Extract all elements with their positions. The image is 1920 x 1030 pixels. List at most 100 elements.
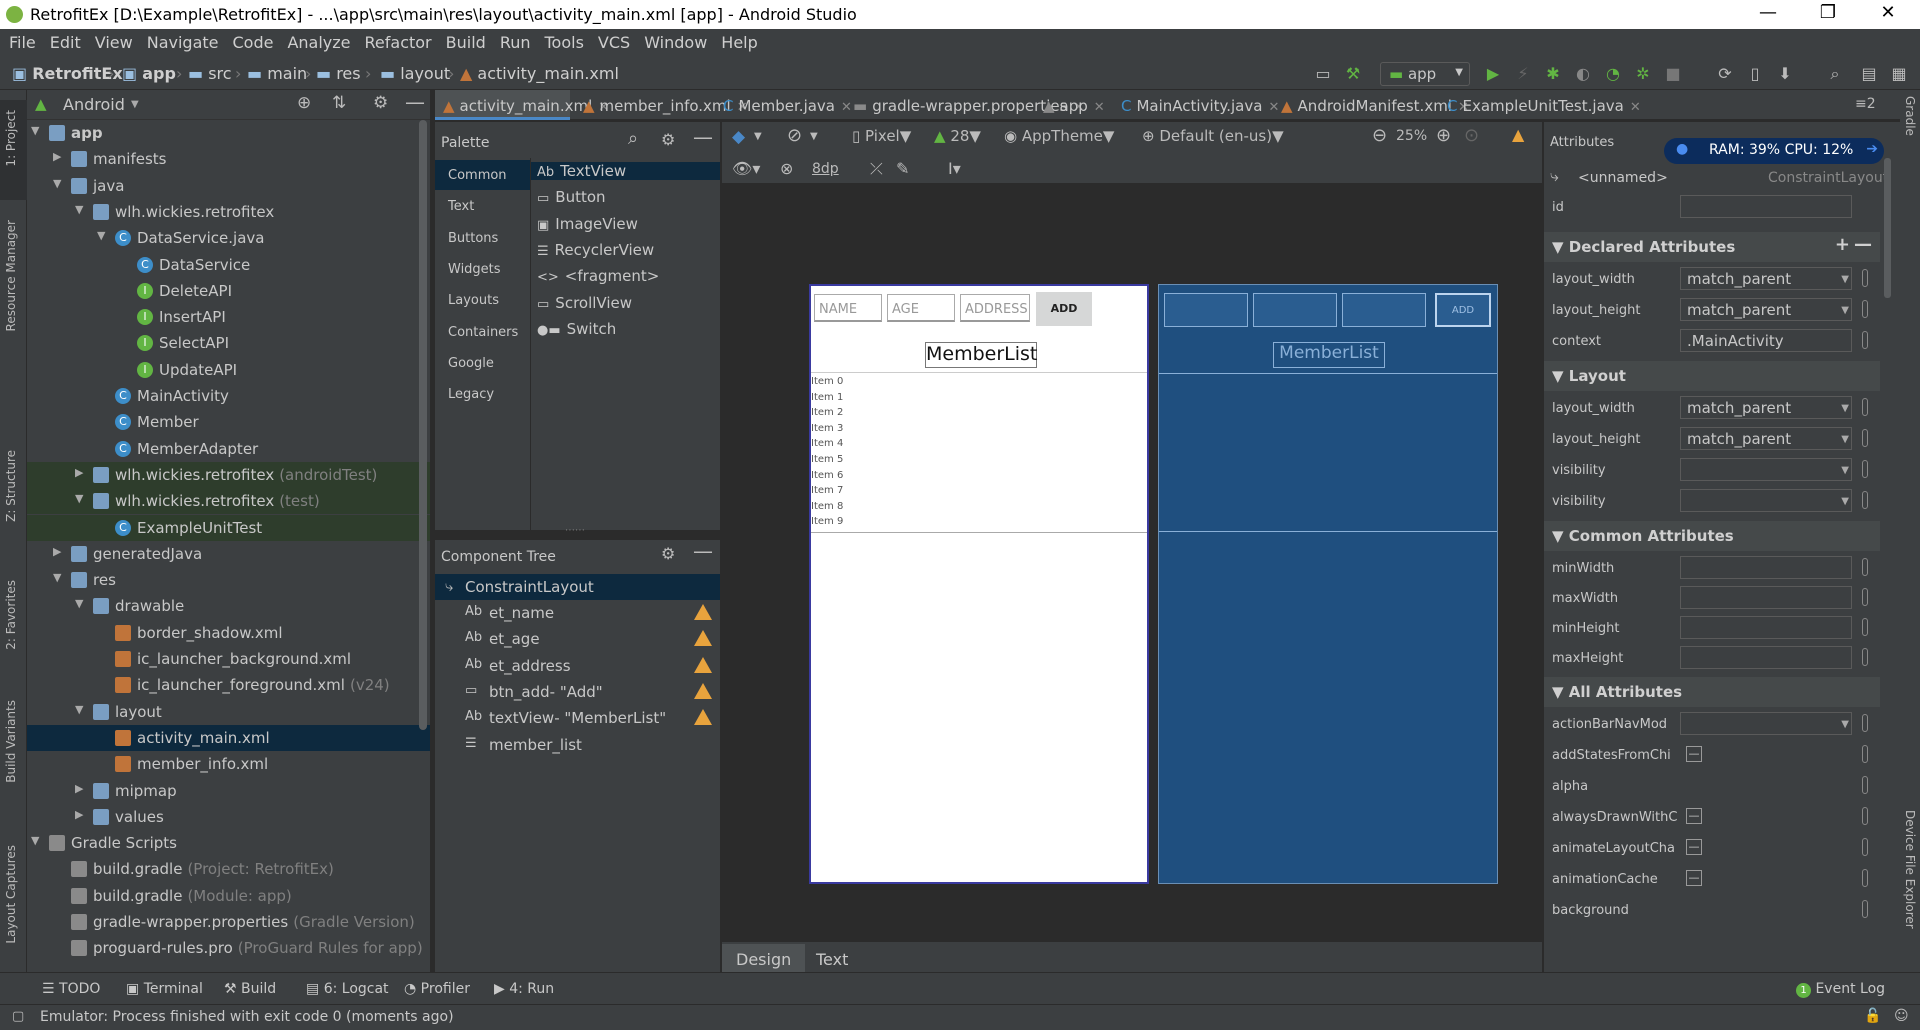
tab-build-variants[interactable]: Build Variants <box>4 700 18 783</box>
search-icon[interactable]: ⌕ <box>1826 65 1844 83</box>
attribute-row[interactable]: visibility ▼ <box>1544 486 1880 516</box>
project-tree-item[interactable]: member_info.xml <box>27 751 430 777</box>
component-tree-item[interactable]: ▭ btn_add- "Add" <box>435 679 720 705</box>
editor-tab[interactable]: C Member.java ✕ <box>715 90 852 120</box>
blueprint-add-button[interactable]: ADD <box>1435 293 1491 327</box>
api-level-select[interactable]: ▲ 28▼ <box>934 127 981 145</box>
menu-vcs[interactable]: VCS <box>591 29 637 52</box>
blueprint-preview[interactable]: ADD MemberList <box>1158 284 1498 884</box>
avd-manager-icon[interactable]: ▯ <box>1746 65 1764 83</box>
attribute-row[interactable]: animateLayoutCha — <box>1544 833 1880 863</box>
menu-file[interactable]: File <box>2 29 43 52</box>
collapse-icon[interactable]: ⇅ <box>332 93 346 113</box>
attribute-value-input[interactable] <box>1680 646 1852 669</box>
expanded-arrow-icon[interactable]: ▼ <box>97 229 105 242</box>
editor-tab[interactable]: C MainActivity.java ✕ <box>1113 90 1279 120</box>
menu-analyze[interactable]: Analyze <box>280 29 357 52</box>
attribute-row[interactable]: layout_width match_parent ▼ <box>1544 264 1880 294</box>
palette-category[interactable]: Containers <box>435 317 530 347</box>
close-button[interactable]: ✕ <box>1868 2 1908 26</box>
expanded-arrow-icon[interactable]: ▼ <box>53 177 61 190</box>
attribute-row[interactable]: visibility ▼ <box>1544 455 1880 485</box>
tree-scrollbar[interactable] <box>419 120 427 730</box>
resource-picker-icon[interactable] <box>1862 588 1868 606</box>
palette-category[interactable]: Buttons <box>435 223 530 253</box>
palette-item[interactable]: ▣ ImageView <box>537 215 638 233</box>
infer-constraints-icon[interactable]: ✎ <box>896 159 909 178</box>
hide-panel-icon[interactable]: — <box>693 539 713 563</box>
design-preview[interactable]: NAME AGE ADDRESS ADD MemberList Item 0 It… <box>809 284 1149 884</box>
theme-select[interactable]: ◉ AppTheme▼ <box>1004 127 1114 145</box>
warning-icon[interactable] <box>694 630 712 647</box>
resource-picker-icon[interactable] <box>1862 648 1868 666</box>
minimize-button[interactable]: — <box>1748 2 1788 26</box>
all-attributes-header[interactable]: ▼ All Attributes <box>1544 677 1880 707</box>
breadcrumb-res[interactable]: ▬ res <box>316 64 361 83</box>
make-project-icon[interactable]: ⚒ <box>1344 65 1362 83</box>
project-tree-item[interactable]: build.gradle (Project: RetrofitEx) <box>27 856 430 882</box>
attr-id[interactable]: id <box>1544 192 1880 222</box>
tool-run[interactable]: ▶ 4: Run <box>494 981 554 997</box>
resource-picker-icon[interactable] <box>1862 900 1868 918</box>
zoom-in-icon[interactable]: ⊕ <box>1436 125 1451 146</box>
tool-terminal[interactable]: ▣ Terminal <box>126 981 203 997</box>
id-input[interactable] <box>1680 195 1852 218</box>
attribute-row[interactable]: layout_height match_parent ▼ <box>1544 295 1880 325</box>
attribute-row[interactable]: alpha <box>1544 771 1880 801</box>
expanded-arrow-icon[interactable]: ▼ <box>53 571 61 584</box>
zoom-out-icon[interactable]: ⊖ <box>1372 125 1387 146</box>
resource-picker-icon[interactable] <box>1862 776 1868 794</box>
unset-icon[interactable]: — <box>1686 870 1702 886</box>
attribute-row[interactable]: minWidth <box>1544 553 1880 583</box>
debug-icon[interactable]: ✱ <box>1544 65 1562 83</box>
resource-picker-icon[interactable] <box>1862 491 1868 509</box>
run-configuration-select[interactable]: ▬ app ▼ <box>1380 62 1470 86</box>
resource-picker-icon[interactable] <box>1862 618 1868 636</box>
chevron-down-icon[interactable]: ▼ <box>131 99 139 110</box>
chevron-down-icon[interactable]: ▼ <box>1841 274 1849 285</box>
project-tree-item[interactable]: ▶ generatedJava <box>27 541 430 567</box>
palette-item[interactable]: ☰ RecyclerView <box>537 241 654 259</box>
resource-picker-icon[interactable] <box>1862 714 1868 732</box>
menu-code[interactable]: Code <box>226 29 281 52</box>
chevron-down-icon[interactable]: ▼ <box>1841 496 1849 507</box>
project-tree-item[interactable]: ▼ layout <box>27 699 430 725</box>
attribute-row[interactable]: addStatesFromChi — <box>1544 740 1880 770</box>
editor-tab[interactable]: ▲ activity_main.xml ✕ <box>435 90 609 120</box>
palette-item[interactable]: ▭ ScrollView <box>537 294 632 312</box>
resource-picker-icon[interactable] <box>1862 869 1868 887</box>
attribute-row[interactable]: alwaysDrawnWithC — <box>1544 802 1880 832</box>
attribute-row[interactable]: actionBarNavMod ▼ <box>1544 709 1880 739</box>
attribute-value-input[interactable] <box>1680 556 1852 579</box>
unset-icon[interactable]: — <box>1686 839 1702 855</box>
project-tree-item[interactable]: proguard-rules.pro (ProGuard Rules for ap… <box>27 935 430 961</box>
sync-gradle-icon[interactable]: ⟳ <box>1716 65 1734 83</box>
resource-picker-icon[interactable] <box>1862 300 1868 318</box>
attribute-value-input[interactable]: ▼ <box>1680 489 1852 512</box>
gear-icon[interactable]: ⚙ <box>661 544 675 563</box>
project-tree-item[interactable]: ▼ Gradle Scripts <box>27 830 430 856</box>
warning-icon[interactable] <box>694 604 712 620</box>
project-tree-item[interactable]: I DeleteAPI <box>27 278 430 304</box>
status-icon[interactable]: ▢ <box>12 1009 24 1024</box>
address-edit-text[interactable]: ADDRESS <box>960 294 1030 322</box>
project-tree-item[interactable]: C MemberAdapter <box>27 436 430 462</box>
project-tree-item[interactable]: C DataService <box>27 252 430 278</box>
expanded-arrow-icon[interactable]: ▼ <box>75 492 83 505</box>
attribute-row[interactable]: maxHeight <box>1544 643 1880 673</box>
palette-category[interactable]: Widgets <box>435 254 530 284</box>
project-tree-item[interactable]: ▼ java <box>27 173 430 199</box>
project-tree-item[interactable]: ▶ wlh.wickies.retrofitex (androidTest) <box>27 461 430 488</box>
resource-picker-icon[interactable] <box>1862 838 1868 856</box>
layout-header[interactable]: ▼ Layout <box>1544 361 1880 391</box>
project-tree-item[interactable]: ic_launcher_foreground.xml (v24) <box>27 672 430 698</box>
resource-picker-icon[interactable] <box>1862 429 1868 447</box>
menu-tools[interactable]: Tools <box>538 29 591 52</box>
resource-picker-icon[interactable] <box>1862 745 1868 763</box>
tab-device-file-explorer[interactable]: Device File Explorer <box>1903 810 1917 929</box>
editor-tab[interactable]: ▲ app ✕ <box>1035 90 1107 120</box>
gear-icon[interactable]: ⚙ <box>373 93 388 113</box>
guidelines-icon[interactable]: I▾ <box>948 159 961 178</box>
lock-icon[interactable]: 🔓 <box>1864 1008 1881 1024</box>
project-tree-item[interactable]: C MainActivity <box>27 383 430 409</box>
